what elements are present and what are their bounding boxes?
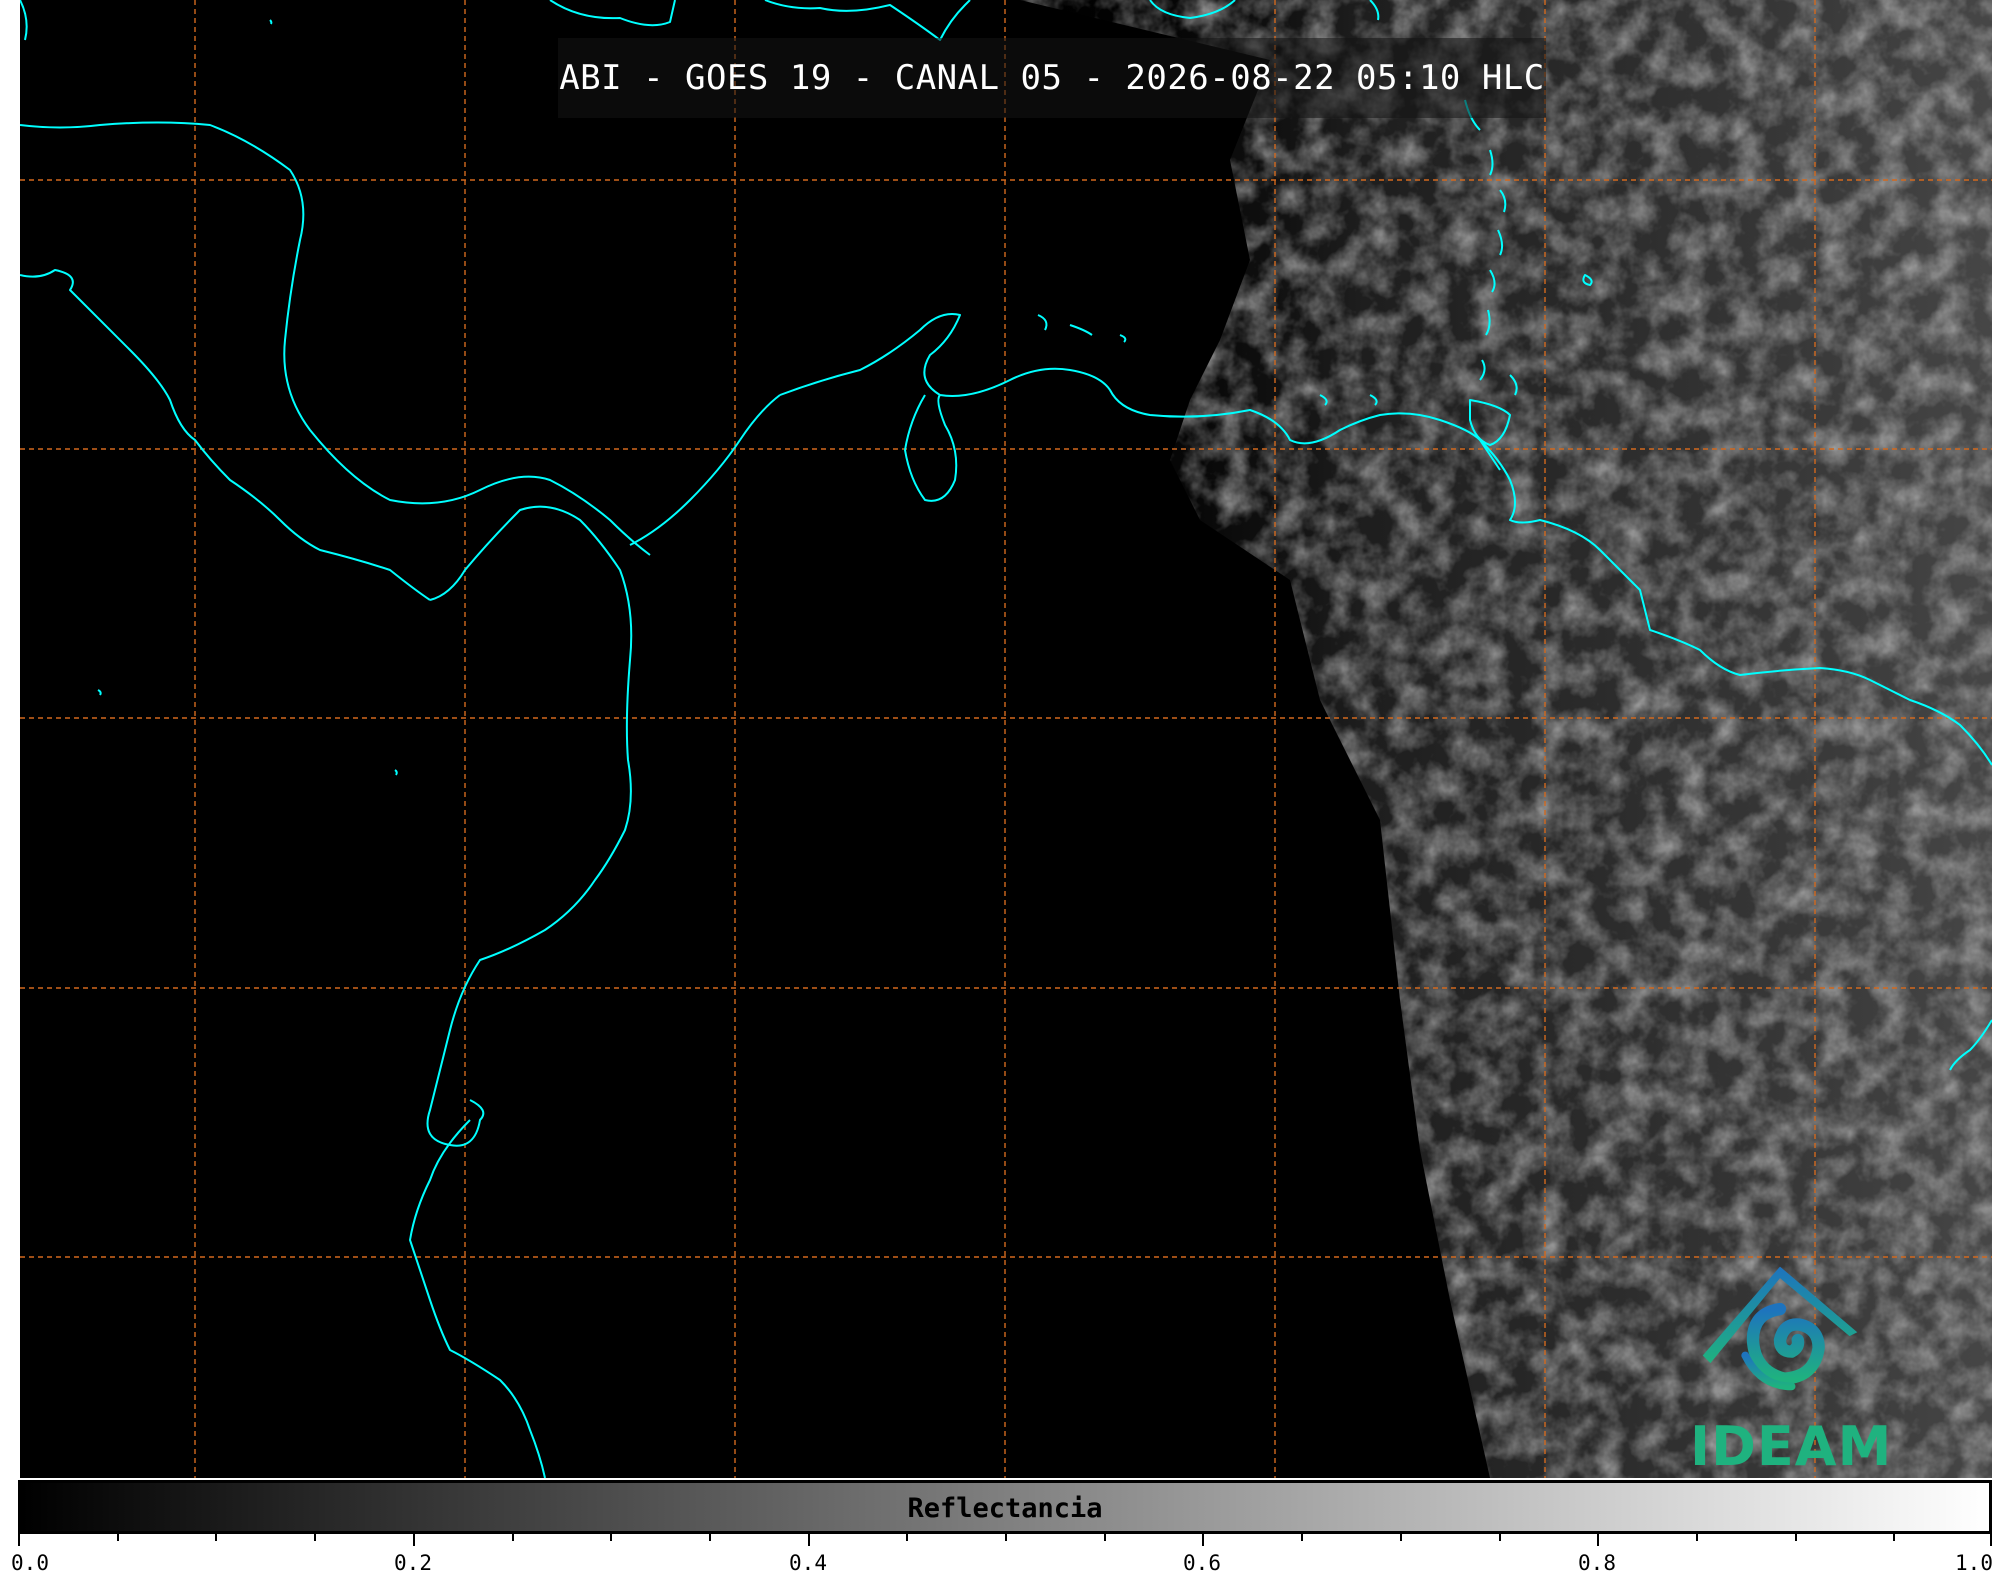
coastline-hispaniola — [764, 0, 971, 41]
colorbar: Reflectancia — [18, 1480, 1992, 1534]
ideam-logo-icon — [1702, 1266, 1858, 1391]
colorbar-major-tick — [18, 1534, 20, 1546]
map-title: ABI - GOES 19 - CANAL 05 - 2026-08-22 05… — [559, 58, 1545, 98]
colorbar-tick-label: 0.4 — [789, 1551, 827, 1575]
colorbar-tick-label: 0.6 — [1183, 1551, 1221, 1575]
colorbar-minor-tick — [906, 1534, 908, 1541]
satellite-map: ABI - GOES 19 - CANAL 05 - 2026-08-22 05… — [20, 0, 1992, 1478]
colorbar-tick-label: 0.0 — [11, 1551, 49, 1575]
coastline-yucatan — [20, 0, 651, 556]
title-box: ABI - GOES 19 - CANAL 05 - 2026-08-22 05… — [558, 38, 1546, 118]
colorbar-minor-tick — [314, 1534, 316, 1541]
colorbar-minor-tick — [1400, 1534, 1402, 1541]
colorbar-minor-tick — [512, 1534, 514, 1541]
coastline-maracaibo — [904, 394, 958, 502]
colorbar-ticks: 0.0 0.2 0.4 0.6 0.8 1.0 — [11, 1534, 1993, 1577]
colorbar-minor-tick — [117, 1534, 119, 1541]
coastline-central-america — [426, 505, 633, 1147]
colorbar-tick-label: 1.0 — [1955, 1551, 1993, 1575]
colorbar-tick-label: 0.8 — [1578, 1551, 1616, 1575]
colorbar-minor-tick — [709, 1534, 711, 1541]
colorbar-minor-tick — [1005, 1534, 1007, 1541]
colorbar-major-tick — [1990, 1534, 1992, 1546]
colorbar-major-tick — [808, 1534, 810, 1546]
ideam-logo-text: IDEAM — [1690, 1415, 1893, 1478]
colorbar-minor-tick — [1893, 1534, 1895, 1541]
coastline-panama — [629, 394, 781, 546]
colorbar-minor-tick — [215, 1534, 217, 1541]
colorbar-minor-tick — [1696, 1534, 1698, 1541]
colorbar-minor-tick — [1104, 1534, 1106, 1541]
colorbar-major-tick — [1597, 1534, 1599, 1546]
colorbar-minor-tick — [1499, 1534, 1501, 1541]
colorbar-major-tick — [413, 1534, 415, 1546]
colorbar-major-tick — [1202, 1534, 1204, 1546]
colorbar-tick-label: 0.2 — [394, 1551, 432, 1575]
colorbar-minor-tick — [610, 1534, 612, 1541]
colorbar-minor-tick — [1795, 1534, 1797, 1541]
coastline-cuba — [549, 0, 676, 27]
colorbar-label: Reflectancia — [907, 1493, 1103, 1524]
colorbar-minor-tick — [1301, 1534, 1303, 1541]
